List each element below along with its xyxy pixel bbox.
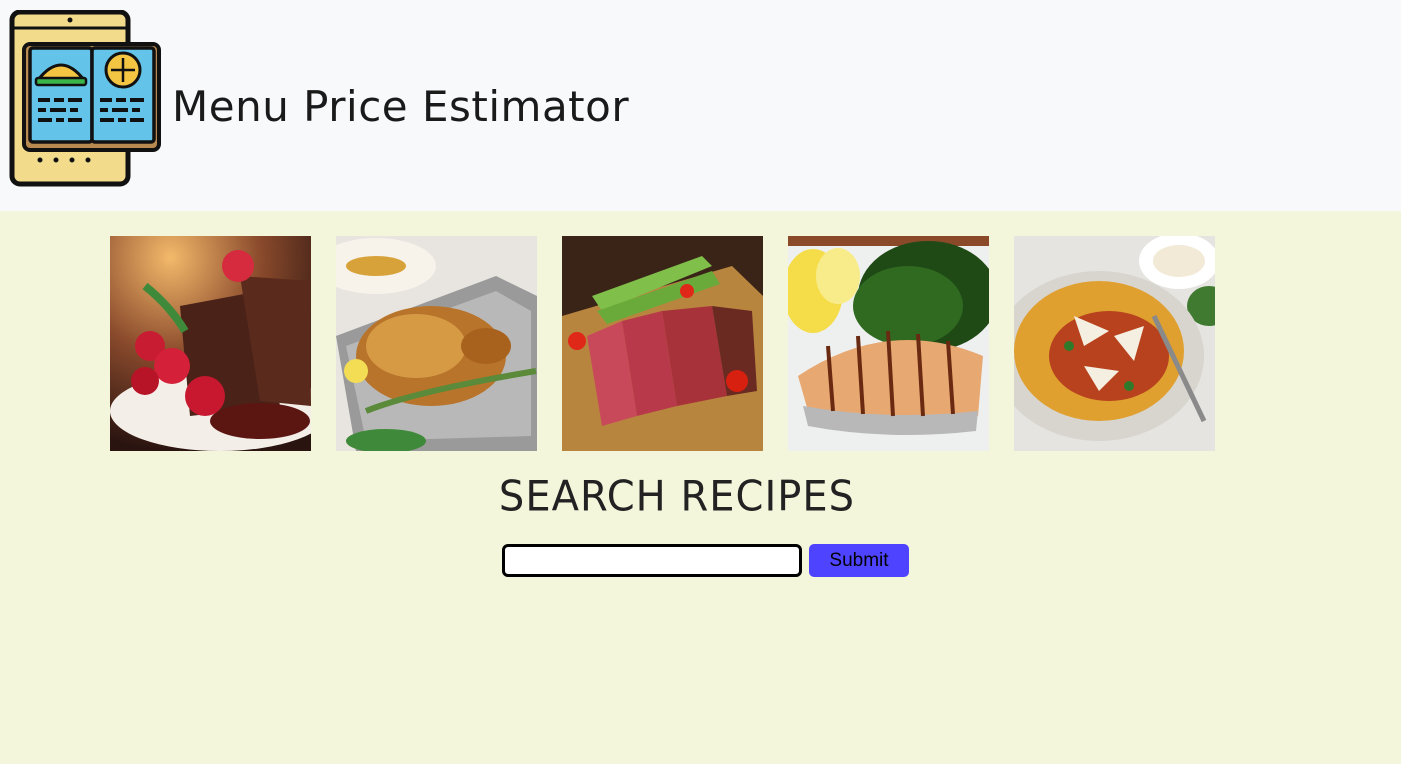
grilled-salmon-image [788,236,989,451]
dish-gallery [110,236,1220,451]
roast-chicken-image [336,236,537,451]
search-heading: SEARCH RECIPES [498,472,856,522]
site-title: Menu Price Estimator [172,82,630,131]
search-input[interactable] [502,544,802,577]
menu-book-icon [8,9,164,188]
spaghetti-bolognese-image [1014,236,1215,451]
site-header: Menu Price Estimator [0,0,1401,211]
sliced-steak-image [562,236,763,451]
chocolate-lava-cake-image [110,236,311,451]
submit-button[interactable]: Submit [809,544,909,577]
